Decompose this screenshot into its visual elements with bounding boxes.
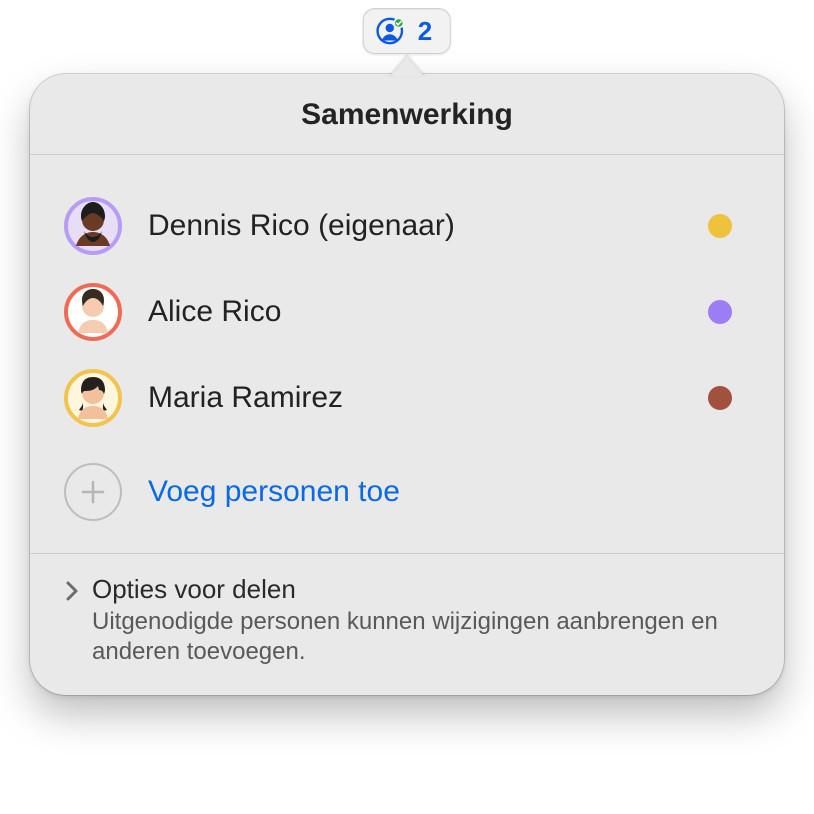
participants-section: Dennis Rico (eigenaar) Alice Rico [30, 155, 784, 553]
plus-circle-icon [64, 463, 122, 521]
participant-row[interactable]: Alice Rico [64, 269, 750, 355]
add-people-button[interactable]: Voeg personen toe [64, 441, 750, 533]
participant-name: Dennis Rico (eigenaar) [148, 209, 682, 243]
sharing-options-title: Opties voor delen [92, 574, 754, 605]
chevron-right-icon [60, 574, 84, 667]
popover-title: Samenwerking [30, 98, 784, 132]
participant-name: Maria Ramirez [148, 381, 682, 415]
collaboration-popover: Samenwerking Dennis Rico (eigenaar) [30, 74, 784, 695]
avatar [64, 369, 122, 427]
avatar [64, 283, 122, 341]
person-badge-icon [376, 17, 404, 45]
avatar [64, 197, 122, 255]
participant-name: Alice Rico [148, 295, 682, 329]
collaboration-toolbar-button[interactable]: 2 [363, 8, 451, 54]
add-people-label: Voeg personen toe [148, 475, 400, 509]
participant-row[interactable]: Maria Ramirez [64, 355, 750, 441]
sharing-options-row[interactable]: Opties voor delen Uitgenodigde personen … [30, 553, 784, 695]
presence-dot [708, 386, 732, 410]
sharing-options-subtitle: Uitgenodigde personen kunnen wijzigingen… [92, 607, 754, 667]
participant-row[interactable]: Dennis Rico (eigenaar) [64, 183, 750, 269]
collaboration-count: 2 [418, 16, 432, 47]
presence-dot [708, 300, 732, 324]
popover-header: Samenwerking [30, 74, 784, 155]
popover-caret [389, 55, 425, 77]
presence-dot [708, 214, 732, 238]
